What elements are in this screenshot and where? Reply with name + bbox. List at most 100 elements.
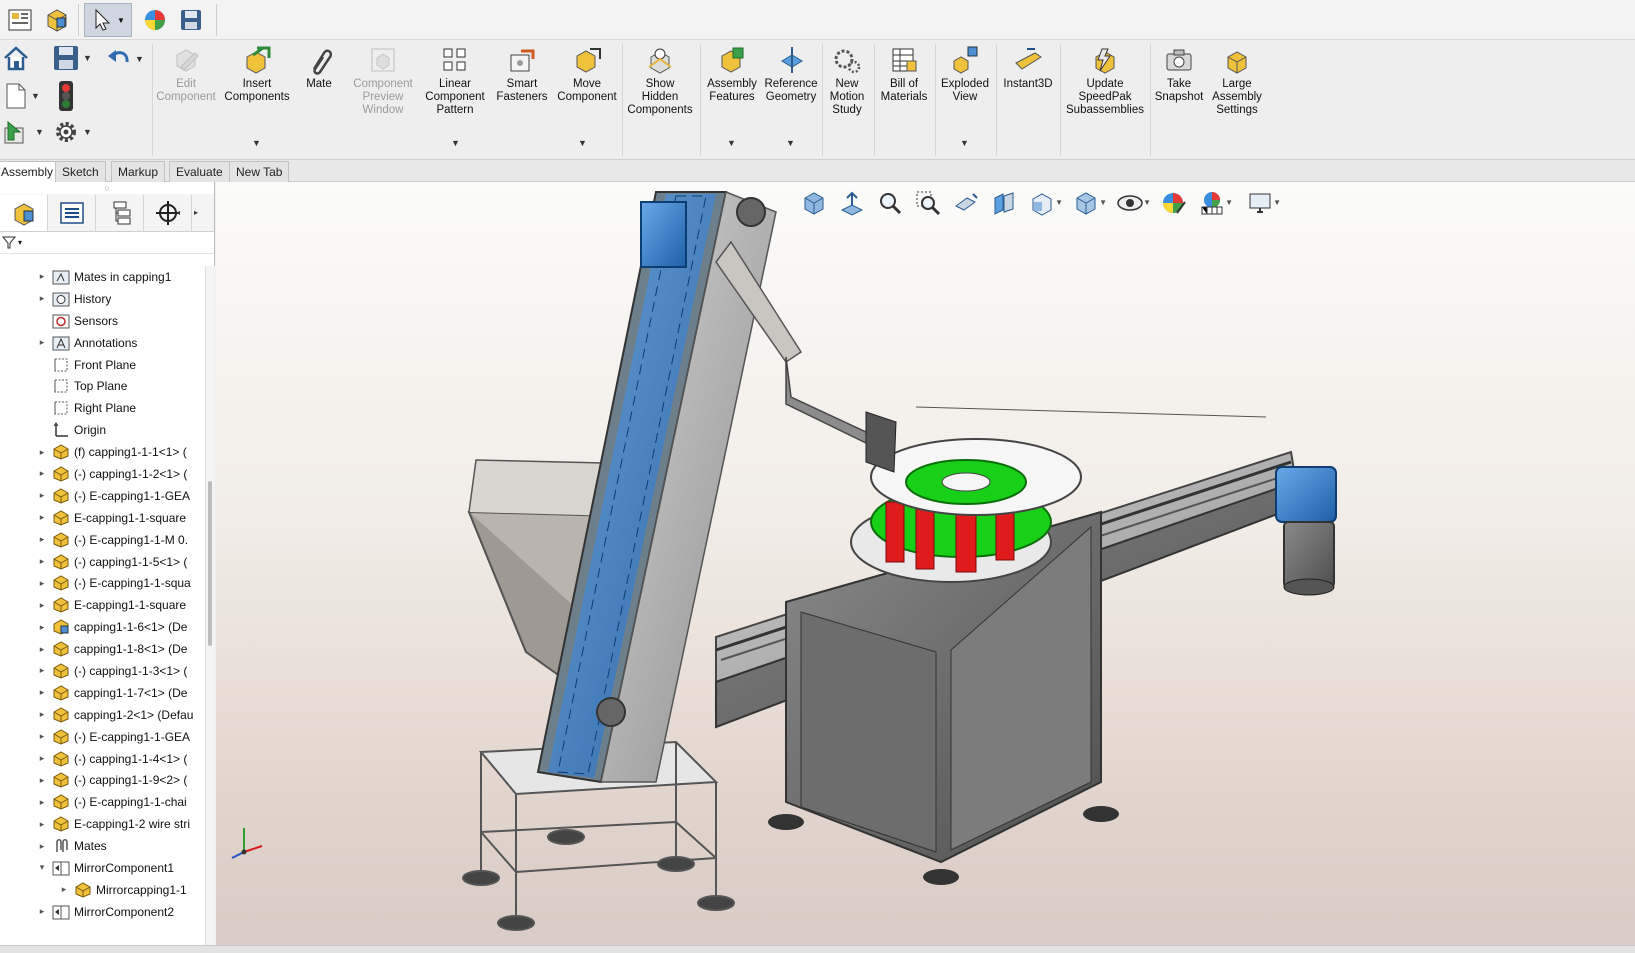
graphics-area[interactable]: ▼ ▼ ▼ ▼ ▼ <box>216 182 1635 945</box>
exploded-view-dropdown[interactable]: ▼ <box>960 138 969 148</box>
import-dropdown-button[interactable]: ▼ <box>2 118 44 146</box>
expand-arrow-icon[interactable]: ▸ <box>36 775 48 786</box>
tree-item[interactable]: Right Plane <box>0 397 205 419</box>
move-component-dropdown[interactable]: ▼ <box>578 138 587 148</box>
collapse-arrow-icon[interactable]: ▾ <box>36 862 48 873</box>
save-icon[interactable] <box>174 3 208 37</box>
show-hidden-components-button[interactable]: Show Hidden Components <box>624 44 696 117</box>
panel-grip[interactable]: ○ <box>0 182 214 194</box>
welcome-icon[interactable] <box>3 3 37 37</box>
configuration-manager-tab[interactable] <box>96 194 144 231</box>
reference-geometry-button[interactable]: Reference Geometry <box>762 44 820 104</box>
tab-markup[interactable]: Markup <box>111 161 166 182</box>
expand-arrow-icon[interactable]: ▸ <box>36 556 48 567</box>
property-manager-tab[interactable] <box>48 194 96 231</box>
tree-scrollbar-thumb[interactable] <box>208 481 212 646</box>
mate-button[interactable]: Mate <box>298 44 340 91</box>
exploded-view-button[interactable]: Exploded View <box>937 44 993 104</box>
save-dropdown-button[interactable]: ▼ <box>52 44 92 72</box>
linear-pattern-dropdown[interactable]: ▼ <box>451 138 460 148</box>
expand-arrow-icon[interactable]: ▸ <box>36 600 48 611</box>
bill-of-materials-button[interactable]: Bill of Materials <box>876 44 932 104</box>
expand-arrow-icon[interactable]: ▸ <box>36 512 48 523</box>
tree-item[interactable]: ▸ (-) E-capping1-1-GEA <box>0 485 205 507</box>
appearance-icon[interactable] <box>138 3 172 37</box>
assembly-features-button[interactable]: Assembly Features <box>702 44 762 104</box>
expand-arrow-icon[interactable]: ▸ <box>36 534 48 545</box>
tree-item[interactable]: ▸ (-) E-capping1-1-M 0. <box>0 529 205 551</box>
expand-arrow-icon[interactable]: ▸ <box>36 797 48 808</box>
panel-tabs-scroll-left[interactable]: ◂ <box>176 208 180 217</box>
home-button[interactable] <box>2 44 30 72</box>
smart-fasteners-button[interactable]: Smart Fasteners <box>492 44 552 104</box>
take-snapshot-button[interactable]: Take Snapshot <box>1150 44 1208 104</box>
linear-component-pattern-button[interactable]: Linear Component Pattern <box>420 44 490 117</box>
assembly-cube-icon[interactable] <box>40 3 74 37</box>
select-tool-button[interactable]: ▼ <box>84 3 132 37</box>
expand-arrow-icon[interactable]: ▸ <box>58 884 70 895</box>
tree-item[interactable]: ▸ (-) capping1-1-3<1> ( <box>0 660 205 682</box>
tree-item[interactable]: ▸ capping1-2<1> (Defau <box>0 704 205 726</box>
options-dropdown-button[interactable]: ▼ <box>52 118 92 146</box>
expand-arrow-icon[interactable]: ▸ <box>36 709 48 720</box>
tree-item[interactable]: ▸ (-) capping1-1-9<2> ( <box>0 769 205 791</box>
tab-sketch[interactable]: Sketch <box>55 161 106 182</box>
component-preview-window-button[interactable]: Component Preview Window <box>346 44 420 117</box>
move-component-button[interactable]: Move Component <box>554 44 620 104</box>
rebuild-button[interactable] <box>56 80 76 112</box>
tree-item[interactable]: Origin <box>0 419 205 441</box>
expand-arrow-icon[interactable]: ▸ <box>36 622 48 633</box>
assembly-features-dropdown[interactable]: ▼ <box>727 138 736 148</box>
tree-item[interactable]: ▸ (-) E-capping1-1-chai <box>0 791 205 813</box>
expand-arrow-icon[interactable]: ▸ <box>36 644 48 655</box>
tree-item[interactable]: ▸ (f) capping1-1-1<1> ( <box>0 441 205 463</box>
panel-tabs-scroll-right[interactable]: ▸ <box>194 208 198 217</box>
expand-arrow-icon[interactable]: ▸ <box>36 906 48 917</box>
expand-arrow-icon[interactable]: ▸ <box>36 665 48 676</box>
tree-item[interactable]: ▸ Mates <box>0 835 205 857</box>
tree-item[interactable]: ▸ capping1-1-8<1> (De <box>0 638 205 660</box>
edit-component-button[interactable]: Edit Component <box>155 44 217 104</box>
expand-arrow-icon[interactable]: ▸ <box>36 841 48 852</box>
expand-arrow-icon[interactable]: ▸ <box>36 731 48 742</box>
tree-item[interactable]: ▸ (-) capping1-1-5<1> ( <box>0 551 205 573</box>
feature-manager-tab[interactable] <box>0 194 48 231</box>
tab-new-tab[interactable]: New Tab <box>229 161 290 182</box>
undo-dropdown-button[interactable]: ▼ <box>106 46 144 72</box>
instant3d-button[interactable]: Instant3D <box>998 44 1058 91</box>
expand-arrow-icon[interactable]: ▸ <box>36 578 48 589</box>
expand-arrow-icon[interactable]: ▸ <box>36 687 48 698</box>
tree-item[interactable]: ▸ Mates in capping1 <box>0 266 205 288</box>
tree-item[interactable]: ▸ (-) E-capping1-1-squa <box>0 572 205 594</box>
tab-assembly[interactable]: Assembly <box>0 161 61 182</box>
dimxpert-tab[interactable] <box>144 194 192 231</box>
expand-arrow-icon[interactable]: ▸ <box>36 337 48 348</box>
tree-item[interactable]: Top Plane <box>0 375 205 397</box>
tab-evaluate[interactable]: Evaluate <box>169 161 230 182</box>
capping-machine-model[interactable] <box>216 182 1635 945</box>
update-speedpak-subassemblies-button[interactable]: Update SpeedPak Subassemblies <box>1062 44 1148 117</box>
new-motion-study-button[interactable]: New Motion Study <box>824 44 870 117</box>
tree-item[interactable]: ▸ MirrorComponent2 <box>0 901 205 923</box>
expand-arrow-icon[interactable]: ▸ <box>36 447 48 458</box>
expand-arrow-icon[interactable]: ▸ <box>36 271 48 282</box>
expand-arrow-icon[interactable]: ▸ <box>36 293 48 304</box>
tree-item[interactable]: ▸ Mirrorcapping1-1 <box>0 879 205 901</box>
insert-components-dropdown[interactable]: ▼ <box>252 138 261 148</box>
tree-item[interactable]: ▸ (-) capping1-1-4<1> ( <box>0 748 205 770</box>
tree-item[interactable]: ▸ Annotations <box>0 332 205 354</box>
tree-item[interactable]: ▾ MirrorComponent1 <box>0 857 205 879</box>
tree-item[interactable]: Sensors <box>0 310 205 332</box>
tree-item[interactable]: ▸ capping1-1-7<1> (De <box>0 682 205 704</box>
tree-item[interactable]: ▸ capping1-1-6<1> (De <box>0 616 205 638</box>
tree-item[interactable]: ▸ History <box>0 288 205 310</box>
insert-components-button[interactable]: Insert Components <box>222 44 292 104</box>
tree-item[interactable]: ▸ (-) E-capping1-1-GEA <box>0 726 205 748</box>
expand-arrow-icon[interactable]: ▸ <box>36 753 48 764</box>
new-document-button[interactable]: ▼ <box>4 82 40 110</box>
expand-arrow-icon[interactable]: ▸ <box>36 819 48 830</box>
expand-arrow-icon[interactable]: ▸ <box>36 468 48 479</box>
tree-item[interactable]: Front Plane <box>0 354 205 376</box>
large-assembly-settings-button[interactable]: Large Assembly Settings <box>1207 44 1267 117</box>
tree-item[interactable]: ▸ E-capping1-1-square <box>0 507 205 529</box>
